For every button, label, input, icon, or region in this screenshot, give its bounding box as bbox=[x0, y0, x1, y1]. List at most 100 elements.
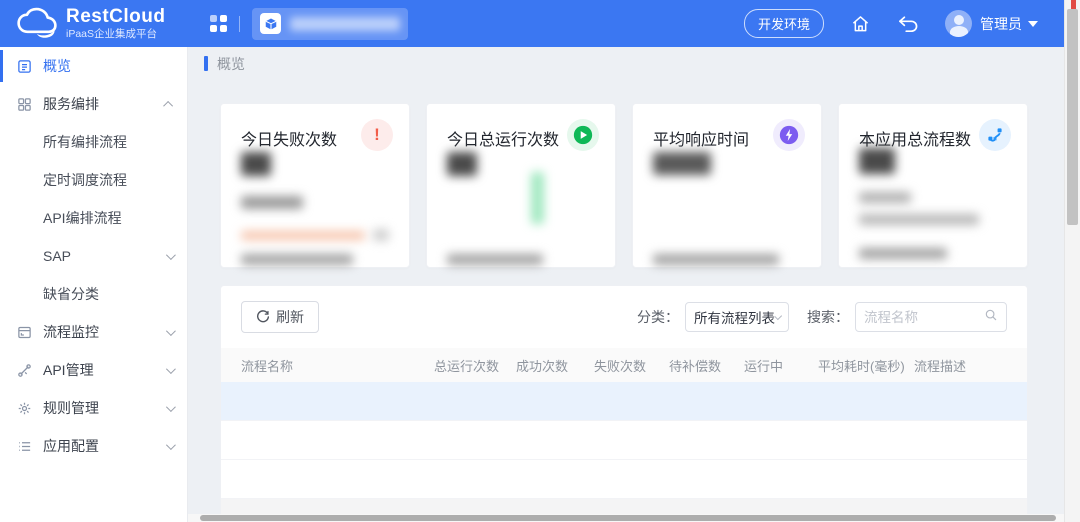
api-icon bbox=[16, 362, 32, 378]
redacted-value bbox=[447, 254, 543, 265]
environment-badge[interactable]: 开发环境 bbox=[744, 9, 824, 38]
monitor-icon bbox=[16, 324, 32, 340]
redacted-value bbox=[241, 196, 303, 209]
chevron-down-icon bbox=[166, 326, 176, 336]
vertical-scrollbar bbox=[1064, 0, 1080, 522]
sidebar-menu: 概览服务编排所有编排流程定时调度流程 API编排流程 SAP 缺省分类流程监控 API管… bbox=[0, 47, 187, 465]
chevron-down-icon bbox=[166, 402, 176, 412]
horizontal-scrollbar-thumb[interactable] bbox=[200, 515, 1056, 521]
redacted-value bbox=[373, 229, 389, 241]
redacted-value bbox=[859, 148, 895, 174]
sidebar-item-app-config[interactable]: 应用配置 bbox=[0, 427, 187, 465]
stat-card-today-total-runs: 今日总运行次数 bbox=[426, 103, 616, 268]
refresh-button[interactable]: 刷新 bbox=[241, 301, 319, 333]
column-header: 流程描述 bbox=[914, 356, 1007, 375]
refresh-icon bbox=[256, 310, 270, 324]
gear-icon bbox=[16, 400, 32, 416]
app-name-redacted bbox=[290, 17, 400, 31]
cloud-logo-icon bbox=[16, 7, 58, 39]
brand-title: RestCloud bbox=[66, 7, 166, 27]
home-icon[interactable] bbox=[850, 14, 871, 34]
redacted-value bbox=[653, 152, 711, 175]
alert-icon: ! bbox=[361, 119, 393, 151]
breadcrumb-accent-bar bbox=[204, 56, 208, 71]
sidebar-item-label: 流程监控 bbox=[43, 322, 99, 342]
table-body bbox=[221, 382, 1027, 522]
main-content: 概览 今日失败次数! 今日总运行次数 平均响应时间 本应用总流程数 刷新 分类： 所有… bbox=[189, 47, 1064, 522]
table-toolbar: 刷新 分类： 所有流程列表 搜索： bbox=[221, 286, 1027, 348]
sidebar-item-flow-monitor[interactable]: 流程监控 bbox=[0, 313, 187, 351]
category-label: 分类： bbox=[637, 307, 679, 327]
column-header: 运行中 bbox=[744, 356, 818, 375]
stat-card-title: 平均响应时间 bbox=[653, 126, 749, 150]
stat-card-total-flows: 本应用总流程数 bbox=[838, 103, 1028, 268]
search-icon[interactable] bbox=[984, 308, 998, 327]
stat-card-title: 今日失败次数 bbox=[241, 126, 337, 150]
top-header: RestCloud iPaaS企业集成平台 开发环境 管理员 bbox=[0, 0, 1064, 47]
back-undo-icon[interactable] bbox=[897, 15, 919, 33]
chevron-up-icon bbox=[163, 100, 173, 110]
stat-cards: 今日失败次数! 今日总运行次数 平均响应时间 本应用总流程数 bbox=[220, 103, 1028, 268]
redacted-value bbox=[531, 172, 544, 224]
redacted-value bbox=[653, 254, 779, 265]
column-header: 平均耗时(毫秒) bbox=[818, 356, 914, 375]
column-header: 失败次数 bbox=[594, 356, 669, 375]
user-avatar[interactable] bbox=[945, 10, 972, 37]
search-box bbox=[855, 302, 1007, 332]
sidebar-item-api-flows[interactable]: API编排流程 bbox=[0, 199, 187, 237]
sidebar-item-default-category[interactable]: 缺省分类 bbox=[0, 275, 187, 313]
header-divider bbox=[239, 16, 240, 32]
sidebar-item-api-management[interactable]: API管理 bbox=[0, 351, 187, 389]
sidebar-item-label: 概览 bbox=[43, 56, 71, 76]
chevron-down-icon bbox=[166, 364, 176, 374]
breadcrumb-label: 概览 bbox=[217, 54, 245, 74]
table-row[interactable] bbox=[221, 421, 1027, 460]
user-menu[interactable]: 管理员 bbox=[980, 14, 1038, 34]
refresh-label: 刷新 bbox=[276, 307, 304, 327]
stat-card-title: 今日总运行次数 bbox=[447, 126, 559, 150]
sidebar-item-scheduled-flows[interactable]: 定时调度流程 bbox=[0, 161, 187, 199]
user-name-label: 管理员 bbox=[980, 14, 1022, 34]
sidebar-item-all-flows[interactable]: 所有编排流程 bbox=[0, 123, 187, 161]
search-input[interactable] bbox=[864, 310, 976, 325]
chevron-down-icon bbox=[774, 312, 782, 320]
redacted-value bbox=[241, 254, 353, 265]
brand-subtitle: iPaaS企业集成平台 bbox=[66, 29, 166, 40]
sidebar-item-label: 所有编排流程 bbox=[43, 132, 127, 152]
column-header: 流程名称 bbox=[241, 356, 434, 375]
sidebar-item-label: 服务编排 bbox=[43, 94, 99, 114]
sidebar: 概览服务编排所有编排流程定时调度流程 API编排流程 SAP 缺省分类流程监控 API管… bbox=[0, 47, 188, 522]
redacted-value bbox=[859, 192, 911, 203]
sidebar-item-overview[interactable]: 概览 bbox=[0, 47, 187, 85]
sidebar-item-rule-management[interactable]: 规则管理 bbox=[0, 389, 187, 427]
sidebar-item-label: SAP bbox=[43, 248, 71, 264]
grid-icon bbox=[16, 96, 32, 112]
sidebar-item-label: 定时调度流程 bbox=[43, 170, 127, 190]
redacted-value bbox=[859, 214, 979, 225]
bolt-icon bbox=[773, 119, 805, 151]
chevron-down-icon bbox=[1028, 21, 1038, 27]
sidebar-item-sap[interactable]: SAP bbox=[0, 237, 187, 275]
sidebar-item-label: API编排流程 bbox=[43, 208, 122, 228]
flow-list-panel: 刷新 分类： 所有流程列表 搜索： 流程名称总运行次数成功次数失败次数待补偿数运… bbox=[220, 285, 1028, 522]
apps-grid-icon[interactable] bbox=[210, 15, 227, 32]
chevron-down-icon bbox=[166, 250, 176, 260]
redacted-value bbox=[859, 248, 947, 259]
vertical-scrollbar-thumb[interactable] bbox=[1067, 9, 1078, 225]
flow-icon bbox=[979, 119, 1011, 151]
sidebar-item-service-orchestration[interactable]: 服务编排 bbox=[0, 85, 187, 123]
current-app-tab[interactable] bbox=[252, 8, 408, 40]
horizontal-scrollbar bbox=[188, 514, 1064, 522]
scroll-top-red-marker bbox=[1071, 0, 1076, 9]
sidebar-item-label: API管理 bbox=[43, 360, 94, 380]
table-row[interactable] bbox=[221, 382, 1027, 421]
column-header: 待补偿数 bbox=[669, 356, 744, 375]
table-header-row: 流程名称总运行次数成功次数失败次数待补偿数运行中平均耗时(毫秒)流程描述 bbox=[221, 348, 1027, 382]
search-label: 搜索： bbox=[807, 307, 849, 327]
category-selected-value: 所有流程列表 bbox=[694, 307, 775, 327]
category-select[interactable]: 所有流程列表 bbox=[685, 302, 789, 332]
redacted-value bbox=[447, 152, 477, 176]
sidebar-item-label: 规则管理 bbox=[43, 398, 99, 418]
table-row[interactable] bbox=[221, 460, 1027, 499]
column-header: 总运行次数 bbox=[434, 356, 516, 375]
